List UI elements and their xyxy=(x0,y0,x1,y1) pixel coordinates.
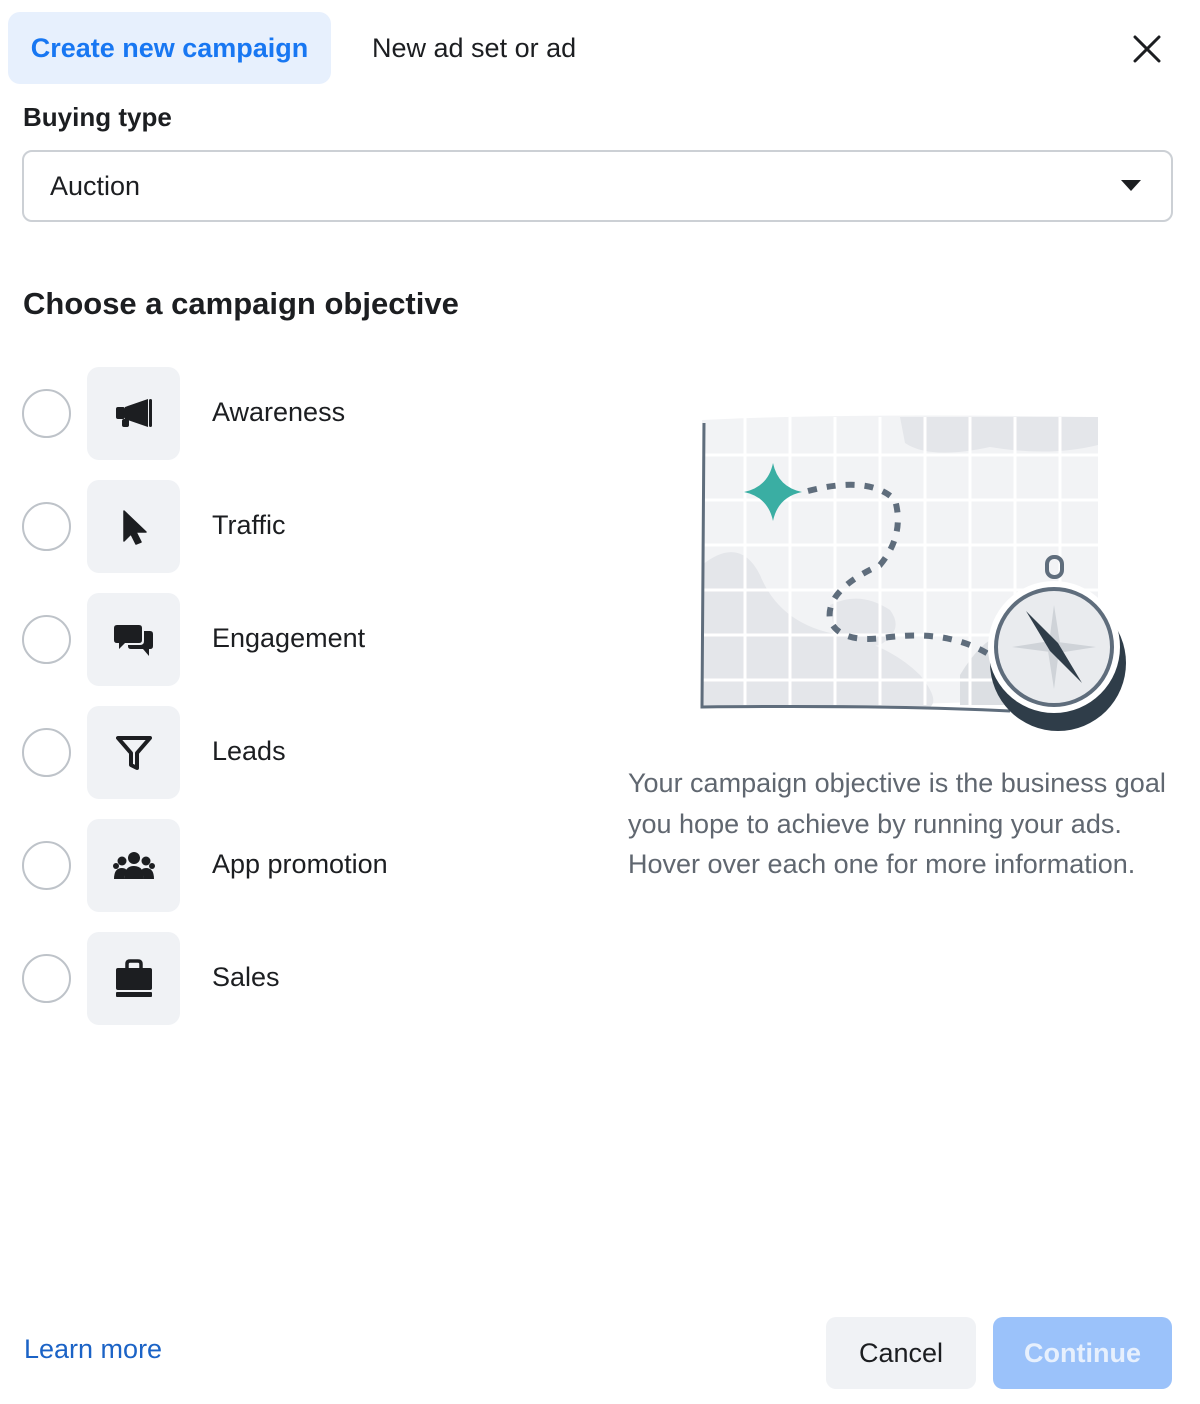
objective-icon-tile xyxy=(87,819,180,912)
objective-label: Sales xyxy=(212,962,280,992)
buying-type-select[interactable]: Auction xyxy=(22,150,1173,222)
cursor-icon xyxy=(122,509,147,545)
objective-option-engagement[interactable]: Engagement xyxy=(22,593,582,706)
objective-illustration xyxy=(690,405,1130,745)
objective-label: Awareness xyxy=(212,397,346,427)
radio-button[interactable] xyxy=(22,502,71,551)
objective-icon-tile xyxy=(87,480,180,573)
chevron-down-icon xyxy=(1121,180,1141,191)
objective-option-sales[interactable]: Sales xyxy=(22,932,582,1045)
buying-type-value: Auction xyxy=(50,170,141,201)
objective-icon-tile xyxy=(87,706,180,799)
objective-option-app-promotion[interactable]: App promotion xyxy=(22,819,582,932)
radio-button[interactable] xyxy=(22,954,71,1003)
objective-option-leads[interactable]: Leads xyxy=(22,706,582,819)
objective-icon-tile xyxy=(87,593,180,686)
objective-label: Traffic xyxy=(212,510,286,540)
objective-label: Engagement xyxy=(212,623,366,653)
buying-type-label: Buying type xyxy=(23,102,172,132)
close-icon xyxy=(1133,35,1161,63)
shopping-bag-icon xyxy=(115,958,152,997)
chat-bubbles-icon xyxy=(113,624,153,656)
tab-create-new-campaign[interactable]: Create new campaign xyxy=(8,12,331,84)
radio-button[interactable] xyxy=(22,389,71,438)
objective-icon-tile xyxy=(87,932,180,1025)
objective-option-traffic[interactable]: Traffic xyxy=(22,480,582,593)
people-group-icon xyxy=(112,851,155,879)
objective-section-title: Choose a campaign objective xyxy=(23,286,459,321)
cancel-button[interactable]: Cancel xyxy=(826,1317,976,1389)
objective-list: Awareness Traffic Engagement Leads App p… xyxy=(22,367,582,1045)
objective-description: Your campaign objective is the business … xyxy=(628,768,1166,879)
tab-new-ad-set-or-ad[interactable]: New ad set or ad xyxy=(350,12,598,84)
objective-option-awareness[interactable]: Awareness xyxy=(22,367,582,480)
learn-more-link[interactable]: Learn more xyxy=(24,1334,162,1365)
objective-label: App promotion xyxy=(212,849,388,879)
radio-button[interactable] xyxy=(22,728,71,777)
megaphone-icon xyxy=(115,398,152,427)
close-button[interactable] xyxy=(1122,24,1172,74)
radio-button[interactable] xyxy=(22,615,71,664)
objective-icon-tile xyxy=(87,367,180,460)
continue-button[interactable]: Continue xyxy=(993,1317,1172,1389)
objective-label: Leads xyxy=(212,736,286,766)
funnel-icon xyxy=(115,735,152,770)
map-compass-illustration xyxy=(700,415,1126,731)
radio-button[interactable] xyxy=(22,841,71,890)
